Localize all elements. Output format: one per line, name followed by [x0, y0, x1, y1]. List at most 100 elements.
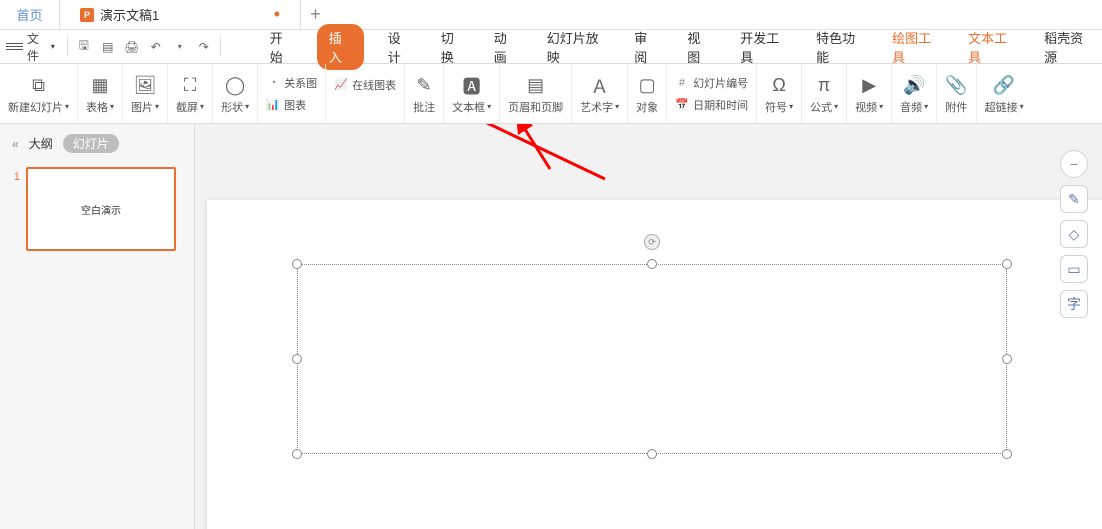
annotation-arrow-1 [355, 124, 615, 194]
separator [67, 37, 68, 57]
collapse-pane-icon[interactable]: « [12, 137, 19, 151]
slide-canvas[interactable]: ⟳ [207, 200, 1102, 529]
slides-tab[interactable]: 幻灯片 [63, 134, 119, 153]
header-footer-button[interactable]: ▤ 页眉和页脚 [500, 64, 572, 123]
new-slide-icon: ⧉ [32, 73, 45, 99]
screenshot-button[interactable]: ⛶ 截屏▾ [168, 64, 213, 123]
attach-button[interactable]: 📎 附件 [937, 64, 976, 123]
menubar: 文件▾ 🖫 ▤ 🖨 ↶ ▾ ↷ 开始 插入 设计 切换 动画 幻灯片放映 审阅 … [0, 30, 1102, 64]
tab-developer[interactable]: 开发工具 [734, 24, 792, 70]
image-button[interactable]: 🖼 图片▾ [123, 64, 168, 123]
thumb-caption: 空白演示 [81, 202, 121, 217]
audio-button[interactable]: 🔊 音频▾ [892, 64, 937, 123]
slide-number: 1 [6, 167, 20, 183]
ribbon-tabs: 开始 插入 设计 切换 动画 幻灯片放映 审阅 视图 开发工具 特色功能 绘图工… [264, 24, 1096, 70]
zoom-out-button[interactable]: − [1060, 150, 1088, 178]
tab-drawing-tools[interactable]: 绘图工具 [886, 24, 944, 70]
chevron-down-icon: ▾ [51, 42, 55, 51]
quick-access-toolbar: 🖫 ▤ 🖨 ↶ ▾ ↷ [76, 39, 212, 55]
object-icon: ▢ [639, 73, 656, 99]
rotate-handle-icon[interactable]: ⟳ [644, 234, 660, 250]
video-icon: ▶ [862, 73, 876, 99]
tab-slideshow[interactable]: 幻灯片放映 [541, 24, 610, 70]
slide-number-icon: # [675, 76, 689, 90]
relation-diagram-button[interactable]: ◔关系图 [266, 75, 317, 91]
datetime-button[interactable]: 📅日期和时间 [675, 97, 748, 113]
tab-view[interactable]: 视图 [681, 24, 716, 70]
slide-thumbnail[interactable]: 空白演示 [26, 167, 176, 251]
tab-text-tools[interactable]: 文本工具 [962, 24, 1020, 70]
object-button[interactable]: ▢ 对象 [628, 64, 667, 123]
outline-pane: « 大纲 幻灯片 1 空白演示 [0, 124, 195, 529]
workspace: « 大纲 幻灯片 1 空白演示 ⟳ [0, 124, 1102, 529]
chart-group: ◔关系图 📊图表 [258, 64, 326, 123]
shape-tool-button[interactable]: ◇ [1060, 220, 1088, 248]
formula-button[interactable]: π 公式▾ [802, 64, 847, 123]
save-icon[interactable]: 🖫 [76, 39, 92, 55]
tab-transition[interactable]: 切换 [435, 24, 470, 70]
audio-icon: 🔊 [903, 73, 925, 99]
video-button[interactable]: ▶ 视频▾ [847, 64, 892, 123]
hyperlink-button[interactable]: 🔗 超链接▾ [977, 64, 1032, 123]
online-chart-group: 📈在线图表 x [326, 64, 405, 123]
formula-icon: π [818, 73, 830, 99]
shape-button[interactable]: ◯ 形状▾ [213, 64, 258, 123]
outline-tab[interactable]: 大纲 [29, 135, 53, 152]
resize-handle-sw[interactable] [292, 449, 302, 459]
ribbon: ⧉ 新建幻灯片▾ ▦ 表格▾ 🖼 图片▾ ⛶ 截屏▾ ◯ 形状▾ ◔关系图 📊图… [0, 64, 1102, 124]
new-slide-button[interactable]: ⧉ 新建幻灯片▾ [0, 64, 78, 123]
file-menu[interactable]: 文件▾ [27, 30, 55, 64]
selected-textbox[interactable]: ⟳ [297, 264, 1007, 454]
redo-icon[interactable]: ↷ [196, 39, 212, 55]
textbox-icon: 🅰 [463, 73, 481, 99]
relation-icon: ◔ [266, 76, 280, 90]
selection-border [297, 264, 1007, 454]
resize-handle-s[interactable] [647, 449, 657, 459]
text-tool-button[interactable]: 字 [1060, 290, 1088, 318]
undo-icon[interactable]: ↶ [148, 39, 164, 55]
pencil-tool-button[interactable]: ✎ [1060, 185, 1088, 213]
header-footer-icon: ▤ [527, 73, 544, 99]
print-preview-icon[interactable]: ▤ [100, 39, 116, 55]
chart-icon: 📊 [266, 98, 280, 112]
canvas-area[interactable]: ⟳ [195, 124, 1102, 529]
tab-docer[interactable]: 稻壳资源 [1038, 24, 1096, 70]
slide-number-button[interactable]: #幻灯片编号 [675, 75, 748, 91]
tab-review[interactable]: 审阅 [628, 24, 663, 70]
annotation-arrow-2 [510, 124, 570, 184]
symbol-button[interactable]: Ω 符号▾ [757, 64, 802, 123]
wordart-icon: Ａ [591, 73, 609, 99]
undo-dropdown-icon[interactable]: ▾ [172, 39, 188, 55]
tab-insert[interactable]: 插入 [317, 24, 364, 70]
select-tool-button[interactable]: ▭ [1060, 255, 1088, 283]
unsaved-indicator-icon: • [274, 4, 280, 25]
table-button[interactable]: ▦ 表格▾ [78, 64, 123, 123]
number-date-group: #幻灯片编号 📅日期和时间 [667, 64, 757, 123]
resize-handle-e[interactable] [1002, 354, 1012, 364]
presentation-badge-icon: P [80, 8, 94, 22]
chart-button[interactable]: 📊图表 [266, 97, 317, 113]
resize-handle-w[interactable] [292, 354, 302, 364]
print-icon[interactable]: 🖨 [124, 39, 140, 55]
document-title: 演示文稿1 [100, 5, 159, 24]
tab-design[interactable]: 设计 [382, 24, 417, 70]
shape-icon: ◯ [225, 73, 245, 99]
online-chart-button[interactable]: 📈在线图表 [334, 77, 396, 93]
annotate-button[interactable]: ✎ 批注 [405, 64, 444, 123]
tab-special[interactable]: 特色功能 [810, 24, 868, 70]
document-tab[interactable]: P 演示文稿1 • [60, 0, 300, 30]
resize-handle-n[interactable] [647, 259, 657, 269]
wordart-button[interactable]: Ａ 艺术字▾ [572, 64, 628, 123]
textbox-button[interactable]: 🅰 文本框▾ [444, 64, 500, 123]
slide-thumbnail-row[interactable]: 1 空白演示 [0, 163, 194, 255]
online-chart-icon: 📈 [334, 78, 348, 92]
tab-start[interactable]: 开始 [264, 24, 299, 70]
resize-handle-ne[interactable] [1002, 259, 1012, 269]
menu-icon[interactable] [6, 43, 23, 50]
resize-handle-nw[interactable] [292, 259, 302, 269]
home-tab[interactable]: 首页 [0, 0, 60, 30]
tab-animation[interactable]: 动画 [488, 24, 523, 70]
resize-handle-se[interactable] [1002, 449, 1012, 459]
table-icon: ▦ [92, 73, 109, 99]
hyperlink-icon: 🔗 [993, 73, 1015, 99]
